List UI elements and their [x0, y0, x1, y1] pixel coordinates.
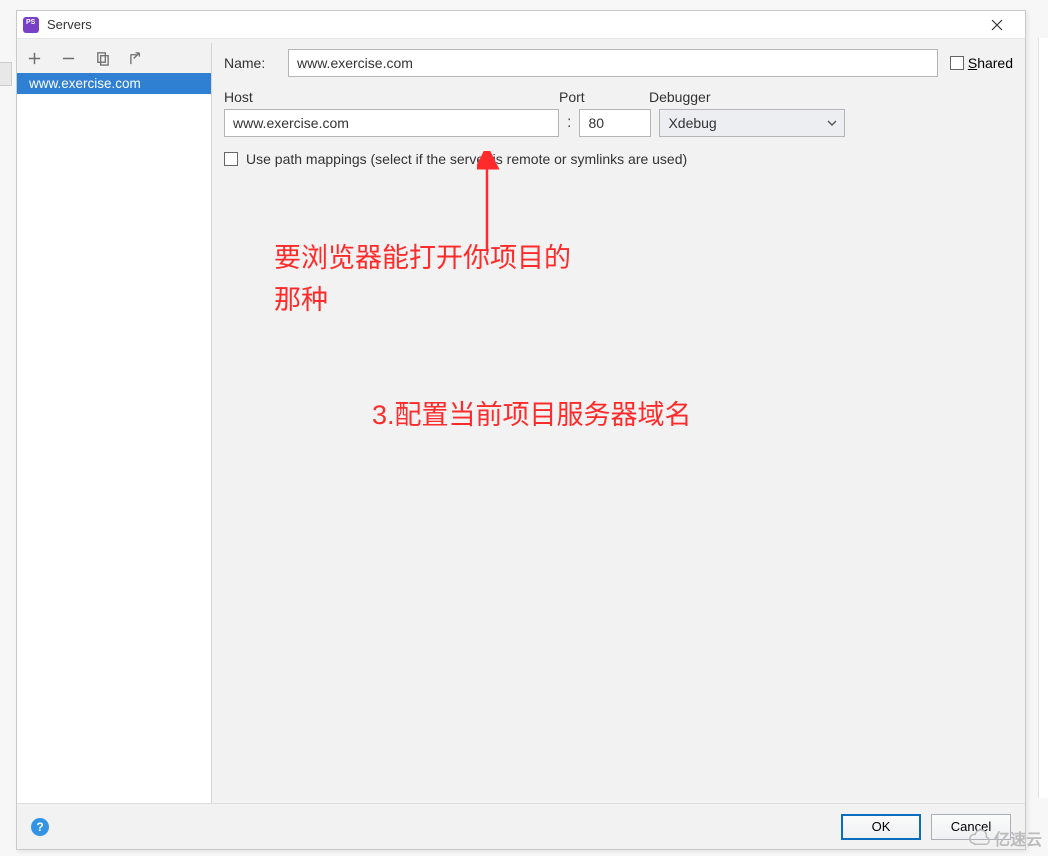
shared-label: Shared — [968, 55, 1013, 71]
watermark-text: 亿速云 — [994, 826, 1042, 850]
host-header: Host — [224, 89, 559, 105]
debugger-value: Xdebug — [668, 115, 716, 131]
titlebar: Servers — [17, 11, 1025, 39]
import-icon — [129, 51, 144, 66]
field-headers: Host Port Debugger — [224, 89, 1013, 105]
main-panel: Name: Shared Host Port Debugger : Xdebug — [212, 43, 1025, 803]
minus-icon — [61, 51, 76, 66]
add-button[interactable] — [21, 45, 47, 71]
servers-dialog: Servers www.exercise.com — [16, 10, 1026, 850]
name-label: Name: — [224, 55, 284, 71]
chevron-down-icon — [824, 115, 840, 131]
port-header: Port — [559, 89, 649, 105]
window-title: Servers — [47, 17, 92, 32]
shared-checkbox[interactable]: Shared — [950, 55, 1013, 71]
copy-icon — [95, 51, 110, 66]
shared-label-underline: S — [968, 55, 977, 71]
server-item-selected[interactable]: www.exercise.com — [17, 73, 211, 94]
checkbox-icon — [950, 56, 964, 70]
import-button[interactable] — [123, 45, 149, 71]
host-port-colon: : — [567, 114, 571, 132]
annotation-1-line2: 那种 — [274, 280, 571, 322]
name-input[interactable] — [288, 49, 938, 77]
bg-edge-right — [1038, 38, 1048, 798]
annotation-text-1: 要浏览器能打开你项目的 那种 — [274, 238, 571, 322]
sidebar: www.exercise.com — [17, 43, 212, 803]
shared-label-rest: hared — [977, 55, 1013, 71]
footer: ? OK Cancel — [17, 803, 1025, 849]
host-input[interactable] — [224, 109, 559, 137]
remove-button[interactable] — [55, 45, 81, 71]
annotation-1-line1: 要浏览器能打开你项目的 — [274, 238, 571, 280]
server-list: www.exercise.com — [17, 73, 211, 803]
help-button[interactable]: ? — [31, 818, 49, 836]
cloud-icon — [968, 827, 990, 849]
field-row: : Xdebug — [224, 109, 1013, 137]
debugger-header: Debugger — [649, 89, 711, 105]
phpstorm-icon — [23, 17, 39, 33]
sidebar-toolbar — [17, 43, 211, 73]
close-icon — [991, 19, 1003, 31]
path-mappings-row: Use path mappings (select if the server … — [224, 151, 1013, 167]
annotation-text-2: 3.配置当前项目服务器域名 — [372, 393, 692, 432]
bg-edge-left — [0, 62, 12, 86]
ok-button[interactable]: OK — [841, 814, 921, 840]
debugger-select[interactable]: Xdebug — [659, 109, 845, 137]
path-mappings-checkbox[interactable] — [224, 152, 238, 166]
content-area: www.exercise.com Name: Shared Host Port … — [17, 43, 1025, 803]
watermark: 亿速云 — [968, 826, 1042, 850]
name-row: Name: Shared — [224, 49, 1013, 77]
copy-button[interactable] — [89, 45, 115, 71]
close-button[interactable] — [975, 11, 1019, 38]
port-input[interactable] — [579, 109, 651, 137]
plus-icon — [27, 51, 42, 66]
path-mappings-label: Use path mappings (select if the server … — [246, 151, 687, 167]
